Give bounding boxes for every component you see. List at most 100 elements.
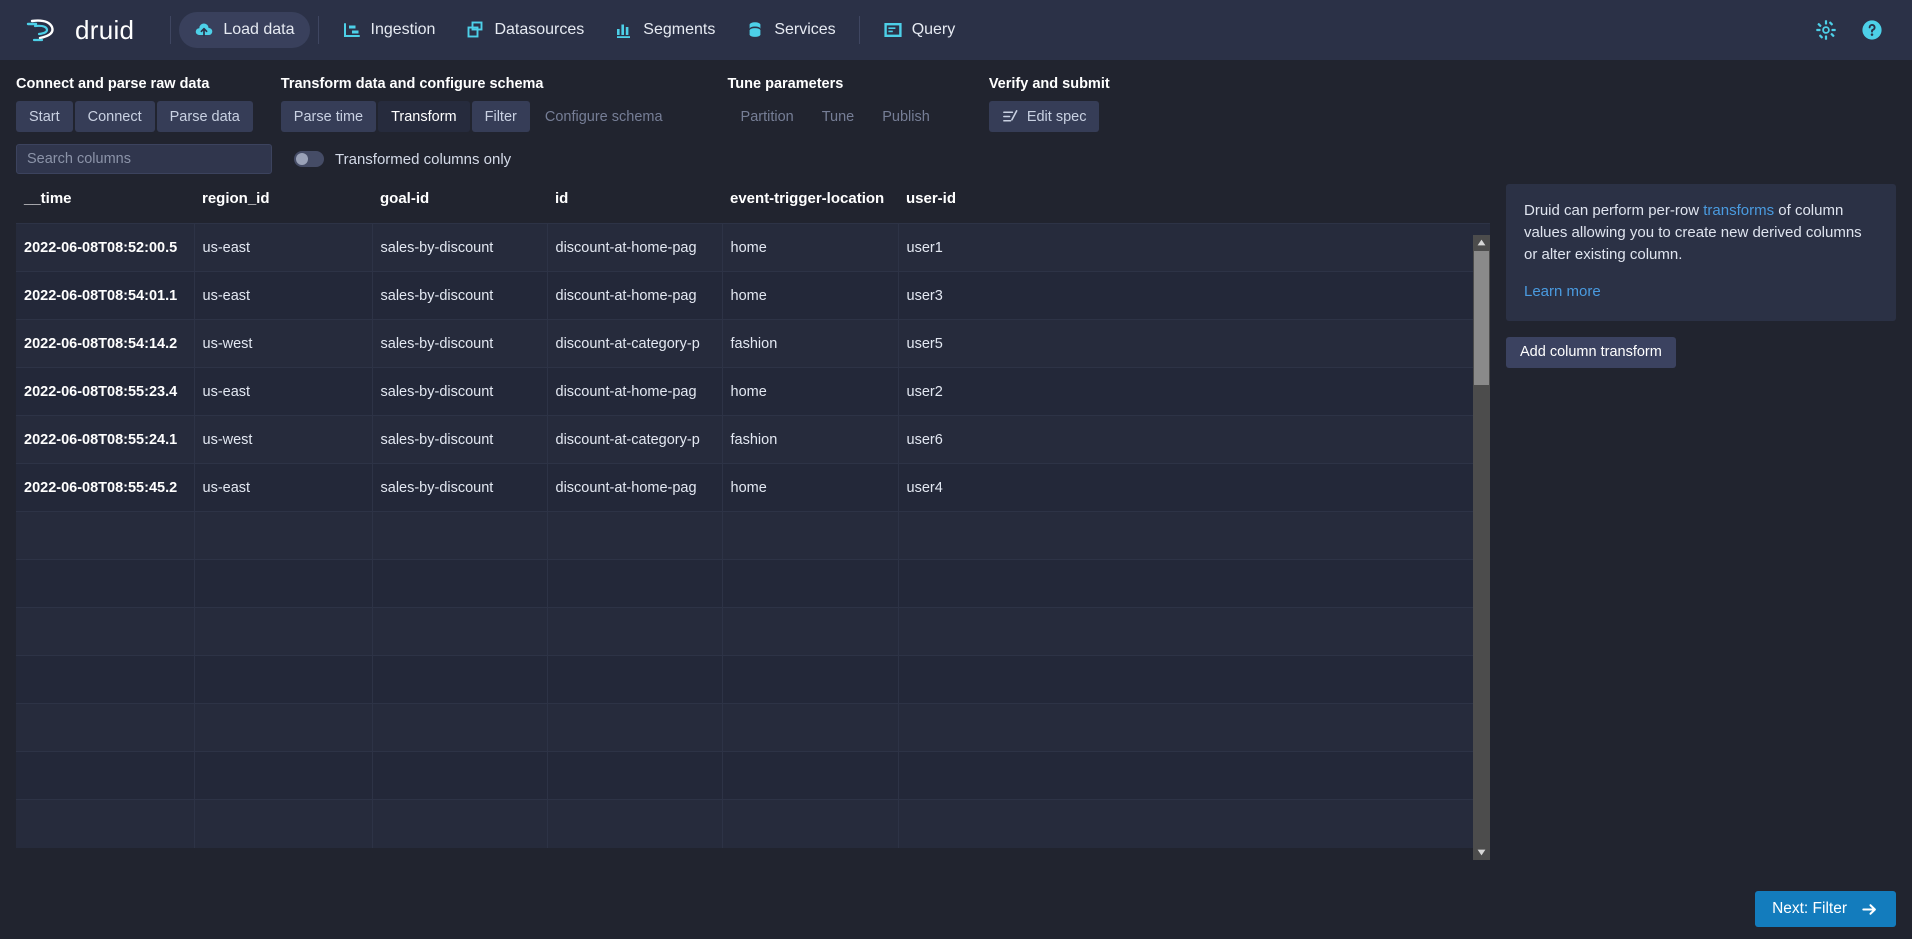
cell-goal-id: sales-by-discount (372, 415, 548, 464)
cell-empty (547, 703, 723, 752)
step-group-verify-submit: Verify and submit Edit spec (988, 76, 1110, 132)
druid-mark-icon (26, 19, 54, 42)
nav-item-segments[interactable]: Segments (599, 12, 730, 48)
table-row[interactable]: 2022-06-08T08:55:23.4 us-east sales-by-dis… (16, 367, 1490, 416)
table-vertical-scrollbar[interactable] (1473, 235, 1490, 860)
toggle-knob (296, 153, 308, 165)
cell-empty (16, 511, 195, 560)
table-row[interactable]: 2022-06-08T08:55:45.2 us-east sales-by-dis… (16, 463, 1490, 512)
learn-more-link[interactable]: Learn more (1524, 281, 1601, 303)
toggle-switch[interactable] (294, 151, 324, 167)
cell-empty (547, 799, 723, 848)
column-header-id[interactable]: id (547, 184, 722, 223)
cell-region-id: us-west (194, 415, 373, 464)
nav-label: Ingestion (370, 21, 436, 38)
next-filter-button[interactable]: Next: Filter (1755, 891, 1896, 927)
step-tab-start[interactable]: Start (16, 101, 73, 132)
cloud-upload-icon (196, 23, 213, 37)
table-row-empty (16, 799, 1490, 848)
step-tab-partition: Partition (728, 101, 807, 132)
step-tab-parse-time[interactable]: Parse time (280, 101, 377, 132)
table-row-empty (16, 559, 1490, 608)
druid-logo[interactable]: druid (22, 15, 158, 46)
table-scroll-region[interactable]: 2022-06-08T08:52:00.5 us-east sales-by-dis… (16, 223, 1490, 848)
scroll-up-arrow-icon[interactable] (1473, 235, 1490, 250)
scrollbar-thumb[interactable] (1474, 251, 1489, 385)
cell-empty (372, 655, 548, 704)
cell-time: 2022-06-08T08:55:24.1 (16, 415, 195, 464)
table-row[interactable]: 2022-06-08T08:54:14.2 us-west sales-by-dis… (16, 319, 1490, 368)
cell-empty (372, 511, 548, 560)
transforms-link[interactable]: transforms (1703, 202, 1774, 219)
scroll-down-arrow-icon[interactable] (1473, 845, 1490, 860)
column-header-event-trigger-location[interactable]: event-trigger-location (722, 184, 898, 223)
column-header-table: __time region_id goal-id id event-trigge… (16, 184, 1490, 223)
nav-right-actions (1814, 18, 1890, 42)
step-group-title: Connect and parse raw data (16, 76, 210, 92)
nav-divider (317, 16, 319, 44)
cell-event-trigger-location: home (722, 223, 899, 272)
table-row[interactable]: 2022-06-08T08:54:01.1 us-east sales-by-dis… (16, 271, 1490, 320)
step-group-transform-schema: Transform data and configure schema Pars… (280, 76, 676, 132)
table-row[interactable]: 2022-06-08T08:55:24.1 us-west sales-by-dis… (16, 415, 1490, 464)
cell-empty (722, 799, 899, 848)
cell-empty (898, 703, 1490, 752)
toggle-label: Transformed columns only (335, 150, 512, 168)
nav-item-ingestion[interactable]: Ingestion (327, 12, 451, 48)
column-header-time[interactable]: __time (16, 184, 194, 223)
arrow-right-icon (1862, 903, 1876, 915)
column-header-user-id[interactable]: user-id (898, 184, 1490, 223)
search-columns-input[interactable] (16, 144, 272, 174)
cell-region-id: us-east (194, 463, 373, 512)
column-header-region-id[interactable]: region_id (194, 184, 372, 223)
cell-empty (547, 559, 723, 608)
nav-item-services[interactable]: Services (730, 12, 850, 48)
cell-goal-id: sales-by-discount (372, 367, 548, 416)
nav-item-datasources[interactable]: Datasources (450, 12, 599, 48)
step-group-tabs: Parse time Transform Filter Configure sc… (280, 101, 676, 132)
cell-region-id: us-east (194, 223, 373, 272)
cell-empty (194, 799, 373, 848)
step-tab-connect[interactable]: Connect (74, 101, 155, 132)
column-header-goal-id[interactable]: goal-id (372, 184, 547, 223)
cell-goal-id: sales-by-discount (372, 463, 548, 512)
nav-label: Segments (643, 21, 716, 38)
step-tab-parse-data[interactable]: Parse data (156, 101, 253, 132)
cell-empty (372, 799, 548, 848)
table-row[interactable]: 2022-06-08T08:52:00.5 us-east sales-by-dis… (16, 223, 1490, 272)
cell-empty (372, 607, 548, 656)
gear-icon[interactable] (1814, 18, 1838, 42)
wizard-stepbar: Connect and parse raw data Start Connect… (0, 60, 1912, 132)
main-content: __time region_id goal-id id event-trigge… (0, 184, 1912, 928)
nav-label: Services (774, 21, 836, 38)
query-console-icon (884, 22, 902, 38)
cell-empty (194, 607, 373, 656)
cell-goal-id: sales-by-discount (372, 223, 548, 272)
segments-chart-icon (617, 24, 631, 38)
cell-empty (372, 559, 548, 608)
add-column-transform-button[interactable]: Add column transform (1506, 336, 1676, 368)
ingestion-icon (343, 23, 360, 37)
cell-id: discount-at-category-p (547, 415, 723, 464)
nav-item-query[interactable]: Query (868, 12, 971, 48)
cell-event-trigger-location: home (722, 271, 899, 320)
cell-user-id: user6 (898, 415, 1490, 464)
cell-empty (898, 511, 1490, 560)
step-group-connect-parse: Connect and parse raw data Start Connect… (16, 76, 253, 132)
step-tab-label: Partition (740, 108, 794, 125)
nav-item-load-data[interactable]: Load data (179, 12, 310, 48)
cell-time: 2022-06-08T08:55:45.2 (16, 463, 195, 512)
cell-region-id: us-east (194, 271, 373, 320)
cell-empty (722, 607, 899, 656)
cell-time: 2022-06-08T08:52:00.5 (16, 223, 195, 272)
transformed-columns-only-toggle[interactable]: Transformed columns only (294, 151, 511, 168)
table-row-empty (16, 751, 1490, 800)
step-tab-transform[interactable]: Transform (378, 101, 470, 132)
brand-name: druid (75, 14, 135, 45)
help-circle-icon[interactable] (1860, 18, 1884, 42)
step-group-tune: Tune parameters Partition Tune Publish (728, 76, 943, 132)
step-tab-filter[interactable]: Filter (471, 101, 530, 132)
step-tab-edit-spec[interactable]: Edit spec (988, 101, 1100, 132)
cell-empty (194, 511, 373, 560)
cell-empty (16, 559, 195, 608)
